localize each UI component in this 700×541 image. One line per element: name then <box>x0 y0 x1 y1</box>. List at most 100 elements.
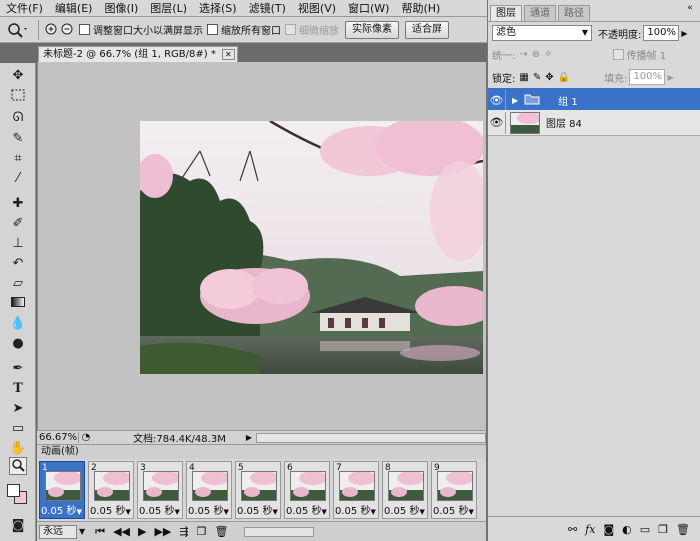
opacity-input[interactable]: 100% <box>643 25 680 41</box>
lock-pixels-icon[interactable]: ✎ <box>533 72 541 83</box>
quick-selection-tool-icon[interactable]: ✎ <box>9 130 27 148</box>
frame-delay[interactable]: 0.05 秒▼ <box>384 502 425 517</box>
animation-frame[interactable]: 4 0.05 秒▼ <box>186 461 232 519</box>
animation-frame[interactable]: 2 0.05 秒▼ <box>88 461 134 519</box>
visibility-eye-icon[interactable]: 👁 <box>488 89 506 112</box>
animation-frame[interactable]: 8 0.05 秒▼ <box>382 461 428 519</box>
propagate-frame-checkbox[interactable] <box>612 48 624 60</box>
dodge-tool-icon[interactable]: ● <box>9 335 27 353</box>
expand-arrow-icon[interactable]: ▶ <box>512 96 518 105</box>
animation-frame[interactable]: 3 0.05 秒▼ <box>137 461 183 519</box>
new-group-icon[interactable]: ▭ <box>640 523 650 536</box>
hand-tool-icon[interactable]: ✋ <box>9 440 27 458</box>
horizontal-scrollbar[interactable] <box>255 432 486 443</box>
frame-delay[interactable]: 0.05 秒▼ <box>237 502 278 517</box>
adjustment-layer-icon[interactable]: ◐ <box>622 523 632 536</box>
color-swatches[interactable] <box>6 483 28 505</box>
canvas-image[interactable] <box>140 121 483 374</box>
layer-row-image[interactable]: 👁 图层 84 <box>488 110 700 136</box>
menu-layer[interactable]: 图层(L) <box>150 0 187 16</box>
menu-select[interactable]: 选择(S) <box>199 0 237 16</box>
zoom-tool-icon[interactable] <box>9 457 27 475</box>
lock-transparency-icon[interactable]: ▦ <box>519 72 528 83</box>
frame-delay[interactable]: 0.05 秒▼ <box>188 502 229 517</box>
duplicate-frame-icon[interactable]: ❐ <box>197 525 207 538</box>
lock-all-icon[interactable]: 🔒 <box>558 72 570 83</box>
actual-pixels-button[interactable]: 实际像素 <box>345 20 399 39</box>
frames-scrollbar[interactable] <box>244 526 315 537</box>
scrubby-zoom-checkbox[interactable] <box>285 24 296 35</box>
rectangle-tool-icon[interactable]: ▭ <box>9 420 27 438</box>
tab-channels[interactable]: 通道 <box>524 5 556 21</box>
animation-frame[interactable]: 6 0.05 秒▼ <box>284 461 330 519</box>
frame-delay[interactable]: 0.05 秒▼ <box>286 502 327 517</box>
menu-file[interactable]: 文件(F) <box>6 0 43 16</box>
fill-input[interactable]: 100% <box>629 69 666 85</box>
loop-select[interactable]: 永远 <box>39 524 77 539</box>
menu-image[interactable]: 图像(I) <box>104 0 138 16</box>
eraser-tool-icon[interactable]: ▱ <box>9 275 27 293</box>
tween-icon[interactable]: ⇶ <box>179 525 188 538</box>
healing-brush-tool-icon[interactable]: ✚ <box>9 195 27 213</box>
frame-delay[interactable]: 0.05 秒▼ <box>41 502 82 517</box>
crop-tool-icon[interactable]: ⌗ <box>9 150 27 168</box>
tab-layers[interactable]: 图层 <box>490 5 522 21</box>
layer-style-icon[interactable]: fx <box>585 523 595 536</box>
animation-frame[interactable]: 5 0.05 秒▼ <box>235 461 281 519</box>
foreground-color-swatch[interactable] <box>7 484 20 497</box>
eyedropper-tool-icon[interactable]: ⁄ <box>9 170 27 188</box>
gradient-tool-icon[interactable] <box>9 295 27 313</box>
marquee-tool-icon[interactable] <box>9 89 27 107</box>
opacity-arrow-icon[interactable]: ▶ <box>681 29 687 38</box>
clone-stamp-tool-icon[interactable]: ⊥ <box>9 235 27 253</box>
lasso-tool-icon[interactable]: ᘏ <box>9 109 27 127</box>
frame-delay[interactable]: 0.05 秒▼ <box>90 502 131 517</box>
menu-window[interactable]: 窗口(W) <box>348 0 389 16</box>
zoom-level[interactable]: 66.67% <box>37 432 79 443</box>
status-menu-icon[interactable]: ◔ <box>79 432 93 443</box>
status-arrow-icon[interactable]: ▶ <box>246 433 252 442</box>
new-layer-icon[interactable]: ❐ <box>658 523 668 536</box>
brush-tool-icon[interactable]: ✐ <box>9 215 27 233</box>
visibility-eye-icon[interactable]: 👁 <box>488 111 506 134</box>
layer-mask-icon[interactable]: ◙ <box>603 523 614 536</box>
delete-layer-icon[interactable]: 🗑 <box>676 523 690 536</box>
unify-style-icon[interactable]: ✧ <box>544 49 552 60</box>
move-tool-icon[interactable]: ✥ <box>9 67 27 85</box>
first-frame-icon[interactable]: ⏮ <box>95 525 105 539</box>
zoom-in-icon[interactable] <box>43 20 59 40</box>
previous-frame-icon[interactable]: ◀◀ <box>113 525 130 538</box>
animation-frame[interactable]: 1 0.05 秒▼ <box>39 461 85 519</box>
zoom-all-checkbox[interactable] <box>207 24 218 35</box>
frame-delay[interactable]: 0.05 秒▼ <box>139 502 180 517</box>
link-layers-icon[interactable]: ⚯ <box>568 523 577 536</box>
fit-screen-button[interactable]: 适合屏 <box>405 20 449 39</box>
animation-frame[interactable]: 9 0.05 秒▼ <box>431 461 477 519</box>
chevron-down-icon[interactable]: ▼ <box>79 527 85 536</box>
zoom-tool-preset[interactable] <box>0 20 34 40</box>
unify-visibility-icon[interactable]: ⊛ <box>532 49 540 60</box>
quick-mask-icon[interactable]: ◙ <box>9 517 27 535</box>
document-tab[interactable]: 未标题-2 @ 66.7% (组 1, RGB/8#) * ✕ <box>38 46 238 62</box>
frame-delay[interactable]: 0.05 秒▼ <box>335 502 376 517</box>
tab-paths[interactable]: 路径 <box>558 5 590 21</box>
delete-frame-icon[interactable]: 🗑 <box>214 525 228 538</box>
close-icon[interactable]: ✕ <box>222 49 235 60</box>
frame-delay[interactable]: 0.05 秒▼ <box>433 502 474 517</box>
pen-tool-icon[interactable]: ✒ <box>9 360 27 378</box>
blur-tool-icon[interactable]: 💧 <box>9 315 27 333</box>
menu-edit[interactable]: 编辑(E) <box>55 0 93 16</box>
play-icon[interactable]: ▶ <box>138 525 146 538</box>
menu-view[interactable]: 视图(V) <box>298 0 336 16</box>
blend-mode-select[interactable]: 滤色 ▼ <box>492 25 592 41</box>
path-selection-tool-icon[interactable]: ➤ <box>9 400 27 418</box>
history-brush-tool-icon[interactable]: ↶ <box>9 255 27 273</box>
menu-help[interactable]: 帮助(H) <box>401 0 440 16</box>
menu-filter[interactable]: 滤镜(T) <box>249 0 286 16</box>
unify-position-icon[interactable]: ⇢ <box>519 49 527 60</box>
animation-frame[interactable]: 7 0.05 秒▼ <box>333 461 379 519</box>
resize-window-checkbox[interactable] <box>79 24 90 35</box>
zoom-out-icon[interactable] <box>59 20 75 40</box>
next-frame-icon[interactable]: ▶▶ <box>154 525 171 538</box>
lock-position-icon[interactable]: ✥ <box>545 72 553 83</box>
